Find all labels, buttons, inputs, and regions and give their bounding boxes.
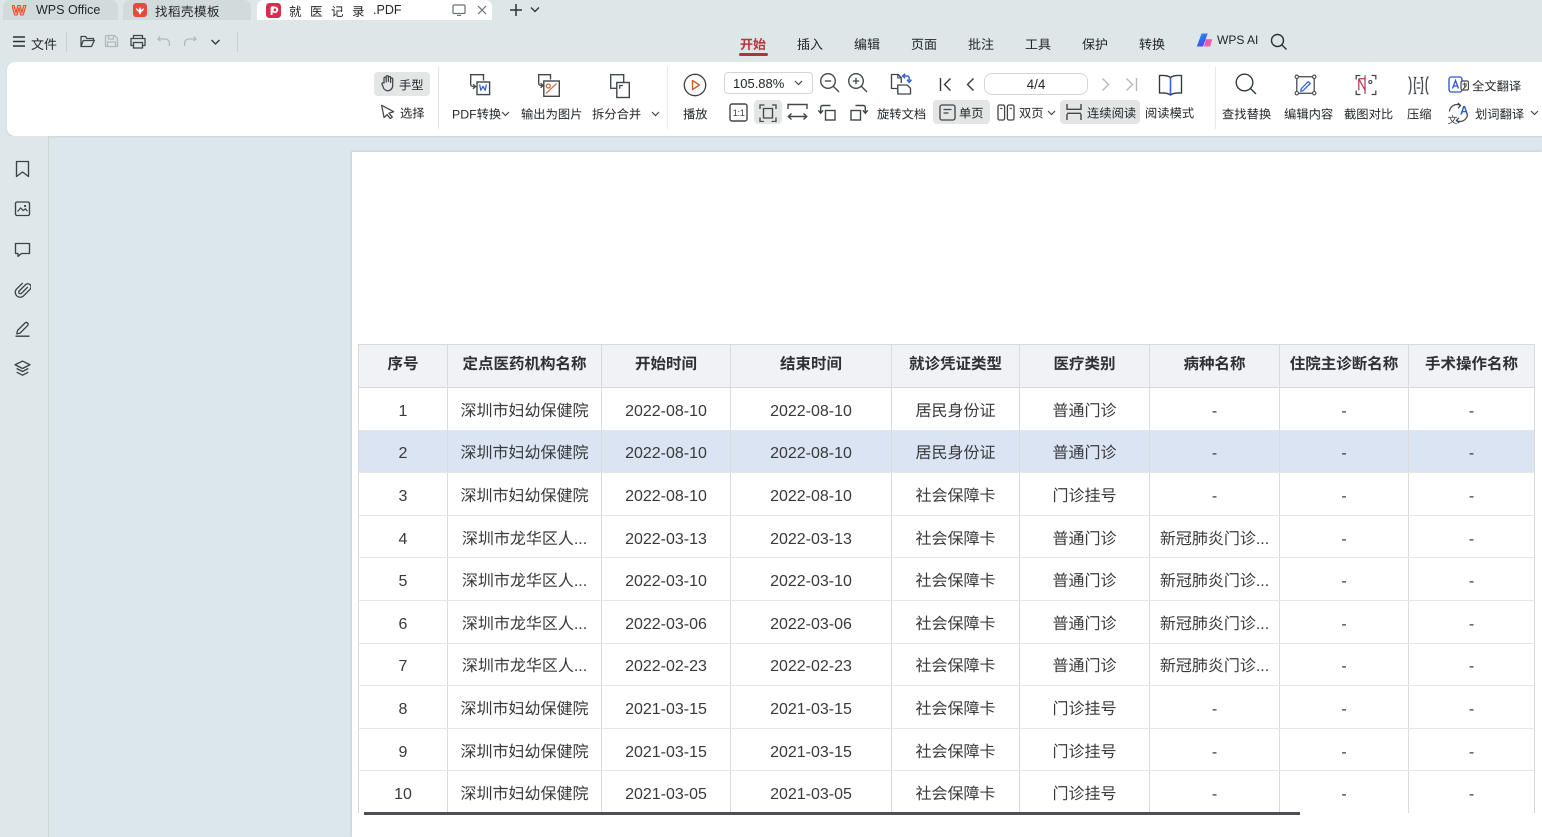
svg-text:W: W	[12, 3, 26, 17]
svg-text:A: A	[1460, 106, 1468, 118]
svg-text:1:1: 1:1	[733, 108, 745, 119]
svg-text:文: 文	[1448, 112, 1458, 125]
